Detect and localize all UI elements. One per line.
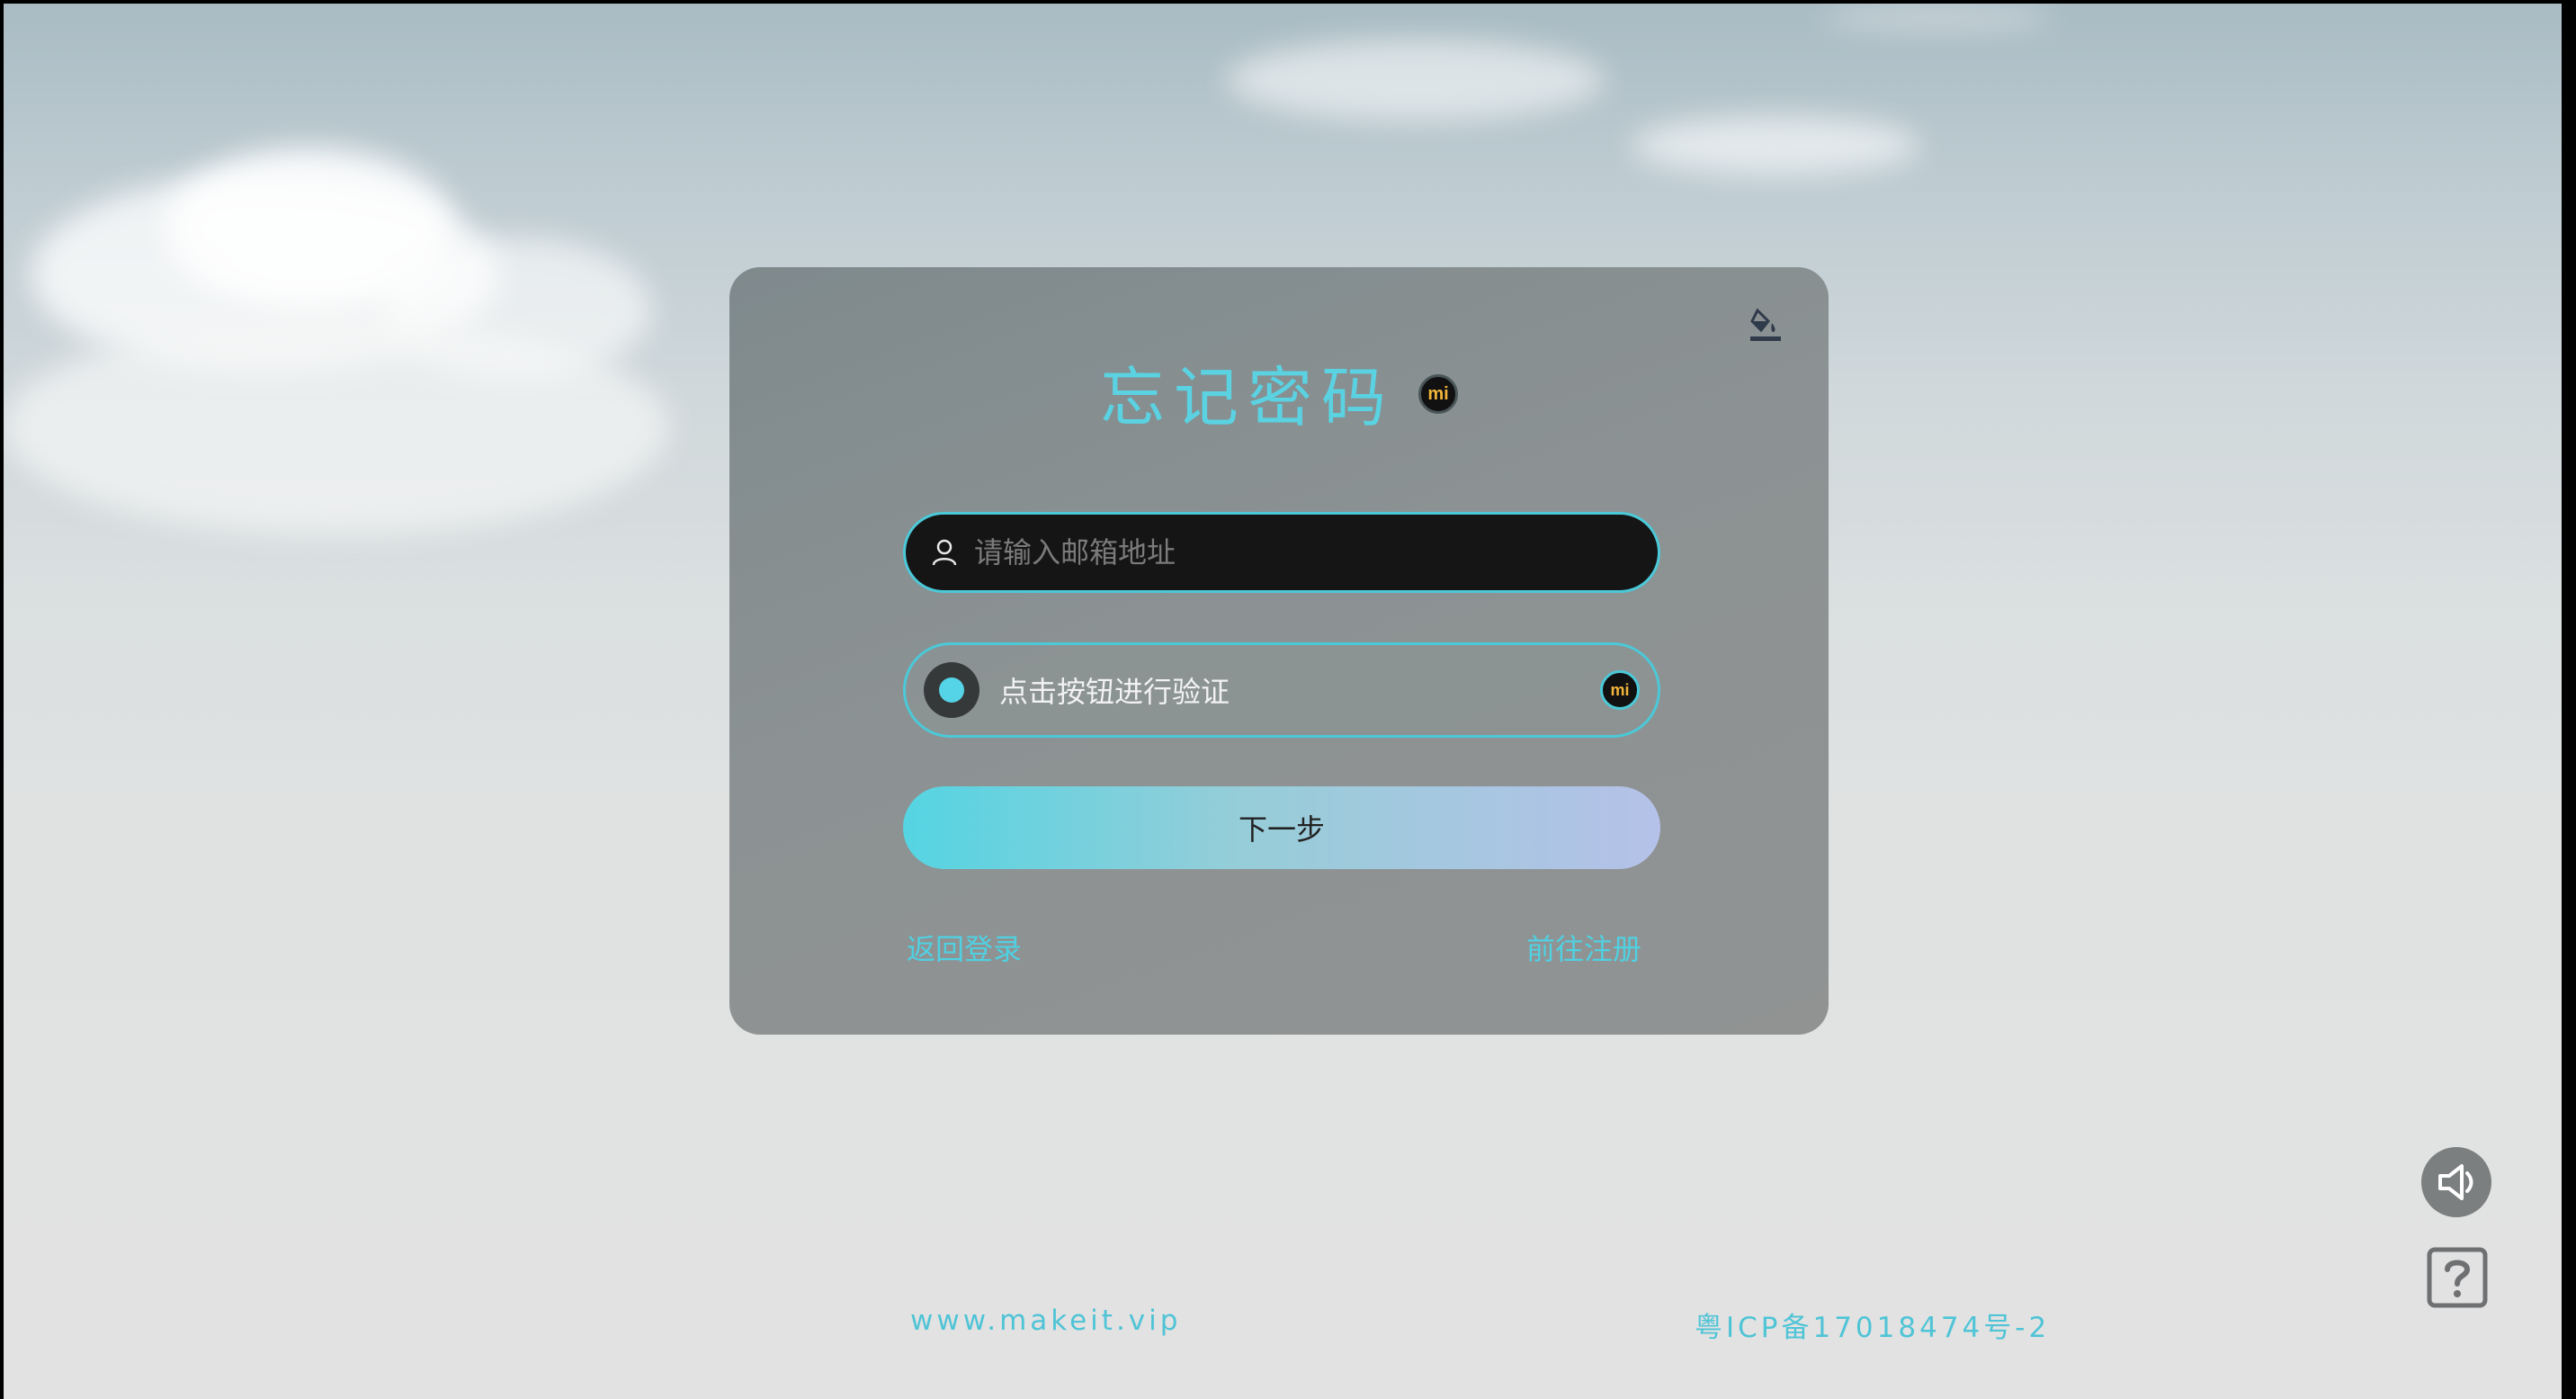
user-icon — [929, 537, 960, 568]
cloud — [1820, 4, 2054, 31]
verify-label: 点击按钮进行验证 — [999, 675, 1230, 709]
title-row: 忘记密码 mi — [729, 346, 1829, 436]
verify-knob[interactable] — [924, 662, 979, 718]
question-icon — [2427, 1247, 2488, 1308]
go-register-link[interactable]: 前往注册 — [1526, 927, 1641, 968]
help-button[interactable] — [2426, 1246, 2489, 1309]
cloud — [4, 318, 669, 534]
logo-icon: mi — [1418, 374, 1458, 414]
paint-bucket-icon — [1750, 308, 1781, 341]
email-field[interactable] — [903, 512, 1660, 593]
email-input[interactable] — [972, 534, 1606, 570]
next-step-button[interactable]: 下一步 — [903, 786, 1660, 869]
cloud — [1227, 40, 1605, 121]
page-title: 忘记密码 — [1099, 359, 1395, 435]
footer-site-link[interactable]: www.makeit.vip — [910, 1305, 1181, 1337]
sound-button[interactable] — [2421, 1147, 2491, 1217]
verify-slider[interactable]: 点击按钮进行验证 mi — [903, 642, 1660, 738]
theme-button[interactable] — [1745, 304, 1786, 345]
footer-icp-link[interactable]: 粤ICP备17018474号-2 — [1695, 1305, 2050, 1345]
verify-knob-dot — [939, 677, 964, 703]
back-to-login-link[interactable]: 返回登录 — [907, 927, 1022, 968]
cloud — [1632, 116, 1919, 175]
speaker-icon — [2438, 1164, 2473, 1200]
logo-icon: mi — [1600, 670, 1640, 710]
